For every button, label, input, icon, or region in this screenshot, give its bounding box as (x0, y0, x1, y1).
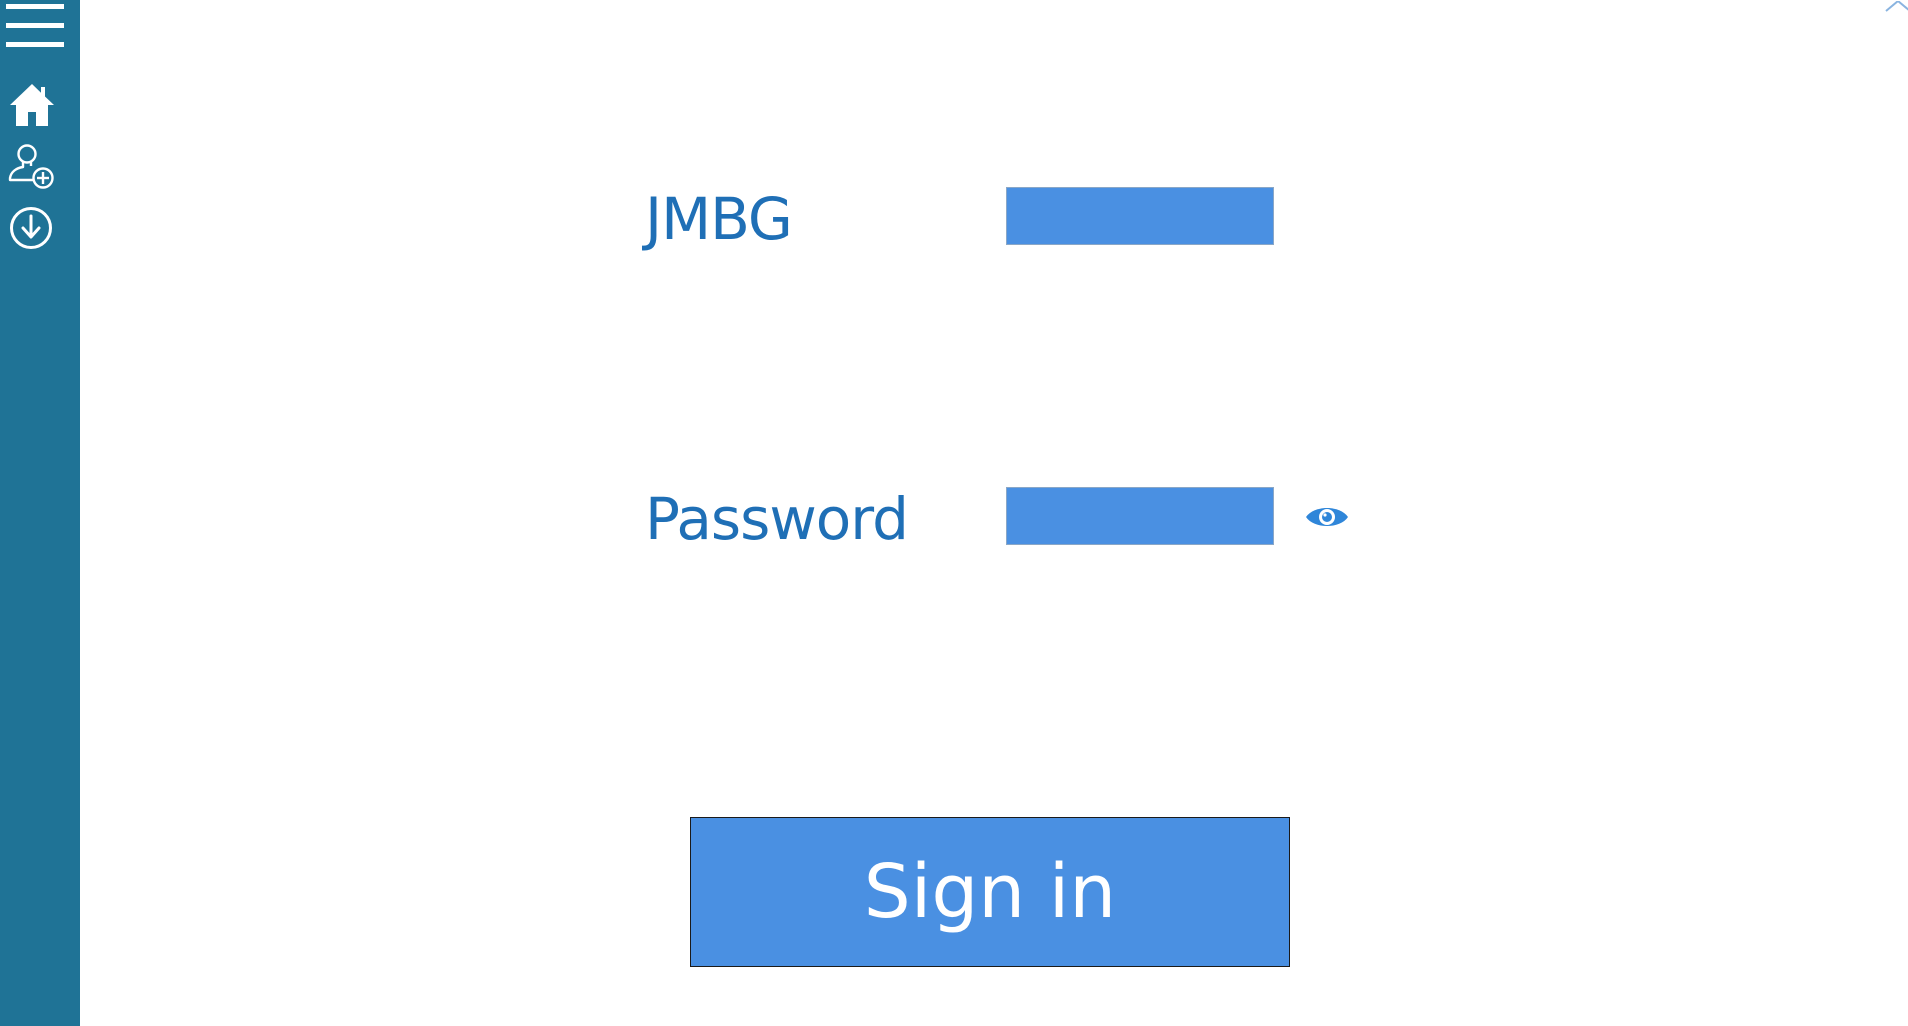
menu-button[interactable] (0, 0, 80, 52)
add-user-button[interactable] (0, 136, 80, 196)
add-user-icon (8, 144, 54, 189)
sign-in-button[interactable]: Sign in (690, 817, 1290, 967)
eye-icon (1306, 508, 1348, 526)
download-button[interactable] (0, 198, 80, 258)
password-input[interactable] (1006, 487, 1274, 545)
download-icon (10, 207, 52, 249)
hamburger-menu-icon (6, 4, 64, 47)
sidebar (0, 0, 80, 1026)
show-password-toggle[interactable] (1304, 500, 1350, 534)
login-window: JMBG Password Sign in (0, 0, 1908, 1026)
jmbg-label: JMBG (645, 185, 793, 253)
home-button[interactable] (0, 75, 80, 135)
jmbg-input[interactable] (1006, 187, 1274, 245)
home-icon (10, 84, 54, 126)
chevron-up-icon (1885, 0, 1908, 12)
password-label: Password (645, 485, 909, 553)
collapse-chevron[interactable] (1880, 0, 1908, 14)
